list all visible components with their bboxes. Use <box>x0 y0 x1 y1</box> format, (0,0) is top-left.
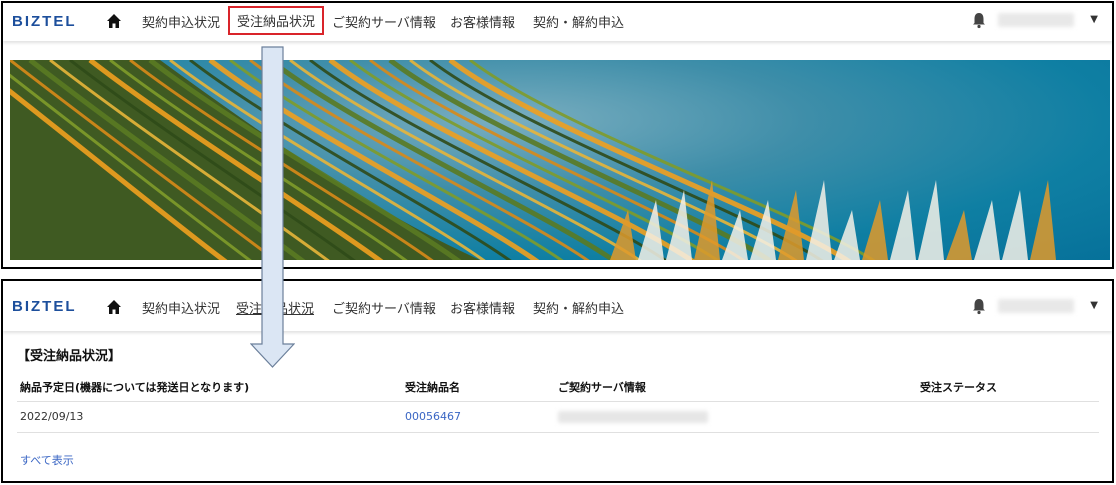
column-header-server-info: ご契約サーバ情報 <box>555 373 917 402</box>
hero-banner <box>10 60 1110 260</box>
palm-leaf-image <box>10 60 1056 260</box>
nav-contract-application[interactable]: 契約・解約申込 <box>533 12 624 31</box>
home-icon[interactable] <box>106 299 122 315</box>
down-arrow-icon <box>250 46 295 368</box>
caret-down-icon[interactable]: ▼ <box>1090 14 1098 25</box>
nav-server-info[interactable]: ご契約サーバ情報 <box>332 12 436 31</box>
caret-down-icon[interactable]: ▼ <box>1090 300 1098 311</box>
nav-customer-info[interactable]: お客様情報 <box>450 12 515 31</box>
nav-customer-info[interactable]: お客様情報 <box>450 298 515 317</box>
navbar: BIZTEL 契約申込状況 受注納品状況 ご契約サーバ情報 お客様情報 契約・解… <box>3 3 1112 41</box>
home-icon[interactable] <box>106 13 122 29</box>
panel-before: BIZTEL 契約申込状況 受注納品状況 ご契約サーバ情報 お客様情報 契約・解… <box>1 1 1114 269</box>
delivery-date-cell: 2022/09/13 <box>17 401 402 433</box>
column-header-order-name: 受注納品名 <box>402 373 555 402</box>
page-title: 【受注納品状況】 <box>17 349 122 364</box>
column-header-delivery-date: 納品予定日(機器については発送日となります) <box>17 373 402 402</box>
user-name-blurred[interactable] <box>998 13 1074 27</box>
nav-contract-status[interactable]: 契約申込状況 <box>142 298 220 317</box>
bell-icon[interactable] <box>970 297 988 315</box>
order-status-cell <box>917 401 1099 433</box>
orders-table: 納品予定日(機器については発送日となります) 受注納品名 ご契約サーバ情報 受注… <box>17 373 1099 433</box>
navbar: BIZTEL 契約申込状況 受注納品状況 ご契約サーバ情報 お客様情報 契約・解… <box>3 281 1112 331</box>
nav-server-info[interactable]: ご契約サーバ情報 <box>332 298 436 317</box>
user-name-blurred[interactable] <box>998 299 1074 313</box>
biztel-logo[interactable]: BIZTEL <box>12 13 77 30</box>
order-name-link[interactable]: 00056467 <box>405 410 461 423</box>
server-info-cell <box>555 401 917 433</box>
table-header-row: 納品予定日(機器については発送日となります) 受注納品名 ご契約サーバ情報 受注… <box>17 373 1099 402</box>
show-all-link[interactable]: すべて表示 <box>20 452 74 468</box>
biztel-logo[interactable]: BIZTEL <box>12 298 77 315</box>
server-info-blurred <box>558 411 708 423</box>
nav-order-delivery-status[interactable]: 受注納品状況 <box>228 6 325 35</box>
table-row: 2022/09/13 00056467 <box>17 401 1099 433</box>
order-name-cell: 00056467 <box>402 401 555 433</box>
bell-icon[interactable] <box>970 11 988 29</box>
nav-contract-application[interactable]: 契約・解約申込 <box>533 298 624 317</box>
nav-contract-status[interactable]: 契約申込状況 <box>142 12 220 31</box>
column-header-order-status: 受注ステータス <box>917 373 1099 402</box>
